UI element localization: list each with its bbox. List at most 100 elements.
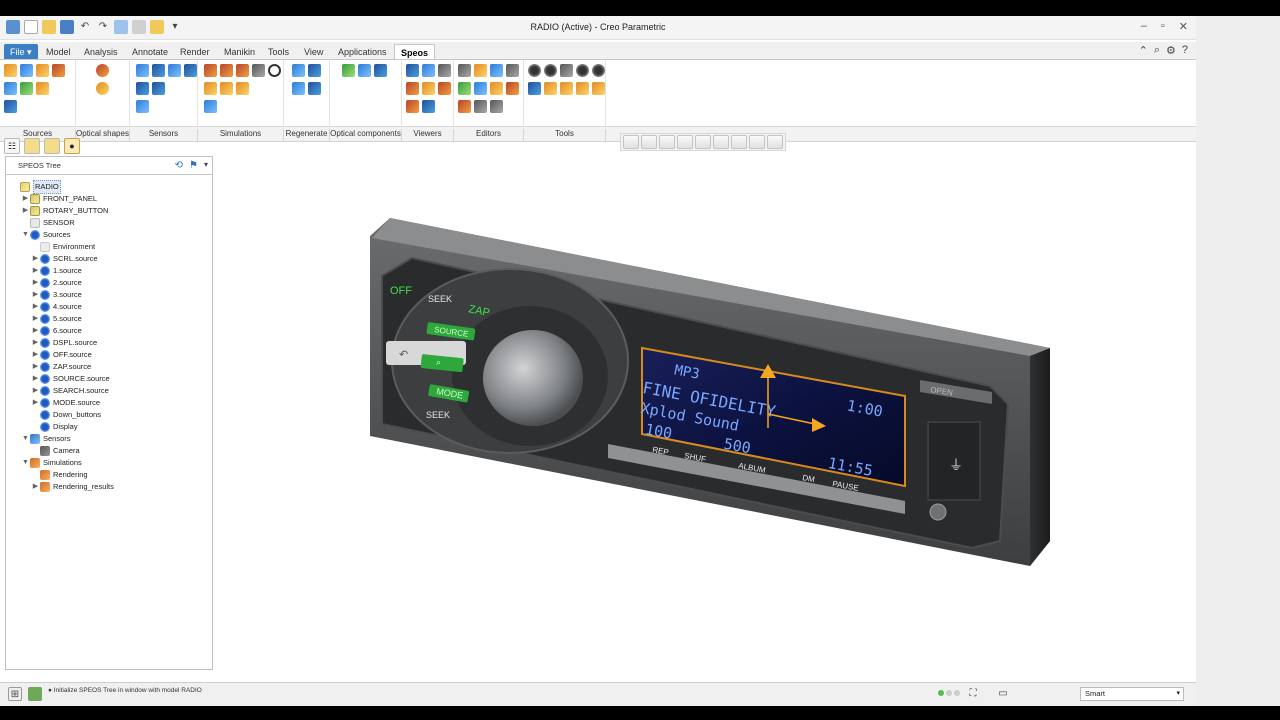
tab-tools[interactable]: Tools [262,44,295,60]
tab-speos[interactable]: Speos [394,44,436,60]
update-sources-icon[interactable] [308,82,321,95]
saved-orientations-icon[interactable] [695,135,711,149]
tools-diamond-icon[interactable] [560,64,573,77]
tab-file[interactable]: File ▾ [4,44,38,60]
image-viewer-icon[interactable] [438,64,451,77]
find-icon[interactable]: ⛶ [966,687,980,701]
model-tree-tab-icon[interactable]: ☷ [4,138,20,154]
tree-item[interactable]: RADIO [11,180,61,194]
target-icon[interactable] [268,64,281,77]
regenerate-all-icon[interactable] [292,64,305,77]
optical-lens-icon[interactable] [358,64,371,77]
light-bulb-icon[interactable] [36,64,49,77]
expand-arrow-icon[interactable]: ▶ [31,313,40,325]
help-circle-icon[interactable] [576,64,589,77]
expand-arrow-icon[interactable]: ▶ [21,205,30,217]
refresh-icon[interactable]: ⟲ [175,160,183,171]
tree-item[interactable]: ▶ FRONT_PANEL [21,193,97,205]
tree-item[interactable]: ▶ Rendering_results [31,481,114,493]
expand-arrow-icon[interactable]: ▶ [31,265,40,277]
folder-tools-icon[interactable] [576,82,589,95]
tree-item[interactable]: ▶ SCRL.source [31,253,98,265]
display-source-icon[interactable] [4,82,17,95]
spectrum-editor-icon[interactable] [458,100,471,113]
tree-item[interactable]: ▶ 6.source [31,325,82,337]
tab-annotate[interactable]: Annotate [126,44,174,60]
settings-icon[interactable]: ⚙ [1166,44,1176,57]
filter-editor-icon[interactable] [506,82,519,95]
selection-filter-dropdown[interactable]: Smart ▾ [1080,687,1184,701]
spectrum-viewer-icon[interactable] [406,100,419,113]
globe-icon[interactable] [528,64,541,77]
annotation-display-icon[interactable] [767,135,783,149]
tree-item[interactable]: ▶ SEARCH.source [31,385,109,397]
tree-item[interactable]: ▶ ROTARY_BUTTON [21,205,108,217]
display-style-icon[interactable] [713,135,729,149]
tree-item[interactable]: Environment [31,241,95,253]
tree-item[interactable]: ▶ 5.source [31,313,82,325]
aux-jack[interactable] [929,503,947,521]
collapse-ribbon-icon[interactable]: ⌃ [1139,44,1148,57]
compute-icon[interactable] [236,64,249,77]
tree-item[interactable]: ▶ 3.source [31,289,82,301]
expand-arrow-icon[interactable]: ▶ [31,325,40,337]
export-folder-icon[interactable] [592,82,605,95]
tree-item[interactable]: ▼ Sensors [21,433,71,445]
tree-item[interactable]: ▼ Simulations [21,457,82,469]
lens-shape-icon[interactable] [96,64,109,77]
tree-item[interactable]: ▶ OFF.source [31,349,92,361]
expand-arrow-icon[interactable]: ▶ [31,361,40,373]
xmp-viewer-icon[interactable] [406,64,419,77]
tree-item[interactable]: ▼ Sources [21,229,71,241]
laser-source-icon[interactable] [52,64,65,77]
point-source-icon[interactable] [20,64,33,77]
zoom-out-icon[interactable] [659,135,675,149]
human-vision-icon[interactable] [422,100,435,113]
repaint-icon[interactable] [677,135,693,149]
material-editor-icon[interactable] [458,64,471,77]
simulation-settings-icon[interactable] [204,100,217,113]
tab-render[interactable]: Render [174,44,216,60]
zoom-in-icon[interactable] [641,135,657,149]
ring-icon[interactable] [544,64,557,77]
bsdf-editor-icon[interactable] [474,64,487,77]
minimize-icon[interactable]: – [1141,20,1147,33]
expand-arrow-icon[interactable]: ▶ [31,301,40,313]
tree-item[interactable]: SENSOR [21,217,75,229]
virtual-photometric-icon[interactable] [422,64,435,77]
collapse-arrow-icon[interactable]: ▼ [21,229,30,241]
pen-editor-icon[interactable] [490,100,503,113]
regenerate-selected-icon[interactable] [292,82,305,95]
gpu-compute-icon[interactable] [236,82,249,95]
inverse-simulation-icon[interactable] [204,82,217,95]
tree-item[interactable]: Camera [31,445,80,457]
collapse-arrow-icon[interactable]: ▼ [21,433,30,445]
ambient-source-icon[interactable] [20,82,33,95]
optical-surface-icon[interactable] [374,64,387,77]
toggle-browser-icon[interactable] [28,687,42,701]
surface-source-icon[interactable] [4,64,17,77]
expand-arrow-icon[interactable]: ▶ [21,193,30,205]
tree-item[interactable]: Rendering [31,469,88,481]
expand-arrow-icon[interactable]: ▶ [31,349,40,361]
tree-item[interactable]: ▶ 4.source [31,301,82,313]
lxp-simulation-icon[interactable] [220,82,233,95]
expand-arrow-icon[interactable]: ▶ [31,277,40,289]
seek-bottom-button[interactable]: SEEK [426,410,450,420]
ray-file-source-icon[interactable] [4,100,17,113]
bsdf-viewer-icon[interactable] [438,82,451,95]
surface-editor-icon[interactable] [458,82,471,95]
intensity-sensor-icon[interactable] [136,82,149,95]
sky-source-icon[interactable] [36,82,49,95]
immersive-sensor-icon[interactable] [184,64,197,77]
expand-arrow-icon[interactable]: ▶ [31,385,40,397]
light-expert-icon[interactable] [422,82,435,95]
surface-import-icon[interactable] [506,64,519,77]
expand-arrow-icon[interactable]: ▶ [31,289,40,301]
datum-display-icon[interactable] [749,135,765,149]
tree-item[interactable]: ▶ DSPL.source [31,337,97,349]
tree-item[interactable]: Down_buttons [31,409,101,421]
direct-simulation-icon[interactable] [204,64,217,77]
expand-arrow-icon[interactable]: ▶ [31,397,40,409]
export-icon[interactable] [528,82,541,95]
